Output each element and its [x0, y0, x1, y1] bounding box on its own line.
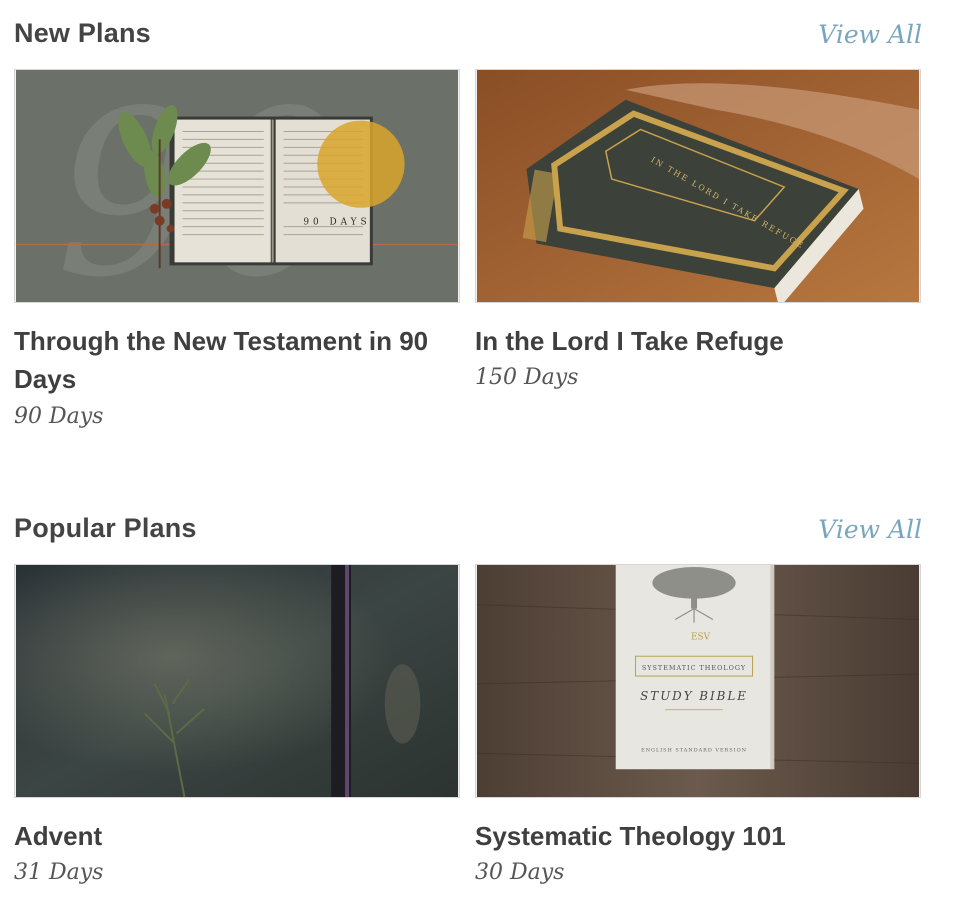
plan-title[interactable]: Through the New Testament in 90 Days — [14, 322, 454, 398]
advent-image — [15, 565, 459, 797]
plan-card[interactable]: IN THE LORD I TAKE REFUGE In the Lord I … — [475, 69, 921, 399]
plan-title[interactable]: In the Lord I Take Refuge — [475, 322, 915, 360]
study-bible-image: ESV SYSTEMATIC THEOLOGY STUDY BIBLE ENGL… — [476, 565, 920, 797]
image-caption: STUDY BIBLE — [640, 689, 748, 703]
plan-title[interactable]: Systematic Theology 101 — [475, 817, 915, 855]
refuge-book-image: IN THE LORD I TAKE REFUGE — [476, 70, 920, 302]
section-title: New Plans — [14, 18, 151, 48]
image-caption: SYSTEMATIC THEOLOGY — [642, 664, 746, 672]
plan-duration: 150 Days — [475, 365, 579, 390]
plan-thumbnail[interactable]: 90 DAYS — [14, 69, 460, 303]
section-title: Popular Plans — [14, 513, 197, 543]
image-caption: 90 DAYS — [303, 218, 370, 228]
plan-duration: 31 Days — [14, 860, 104, 885]
view-all-link[interactable]: View All — [818, 515, 922, 544]
plan-duration: 30 Days — [475, 860, 565, 885]
plan-thumbnail[interactable]: ESV SYSTEMATIC THEOLOGY STUDY BIBLE ENGL… — [475, 564, 921, 798]
plan-title[interactable]: Advent — [14, 817, 454, 855]
popular-plans-section: Popular Plans View All Advent 31 Days ES… — [14, 503, 922, 899]
svg-text:ESV: ESV — [691, 632, 711, 642]
image-caption: ENGLISH STANDARD VERSION — [641, 747, 747, 753]
new-plans-section: New Plans View All 90 DAYS Through the N… — [14, 8, 922, 448]
plan-duration: 90 Days — [14, 404, 104, 429]
plan-card[interactable]: Advent 31 Days — [14, 564, 460, 894]
plan-card[interactable]: ESV SYSTEMATIC THEOLOGY STUDY BIBLE ENGL… — [475, 564, 921, 894]
bible-90-days-image: 90 DAYS — [15, 70, 459, 302]
plan-card[interactable]: 90 DAYS Through the New Testament in 90 … — [14, 69, 460, 439]
plan-thumbnail[interactable]: IN THE LORD I TAKE REFUGE — [475, 69, 921, 303]
section-header: New Plans View All — [14, 8, 922, 49]
view-all-link[interactable]: View All — [818, 20, 922, 49]
plan-thumbnail[interactable] — [14, 564, 460, 798]
section-header: Popular Plans View All — [14, 503, 922, 544]
